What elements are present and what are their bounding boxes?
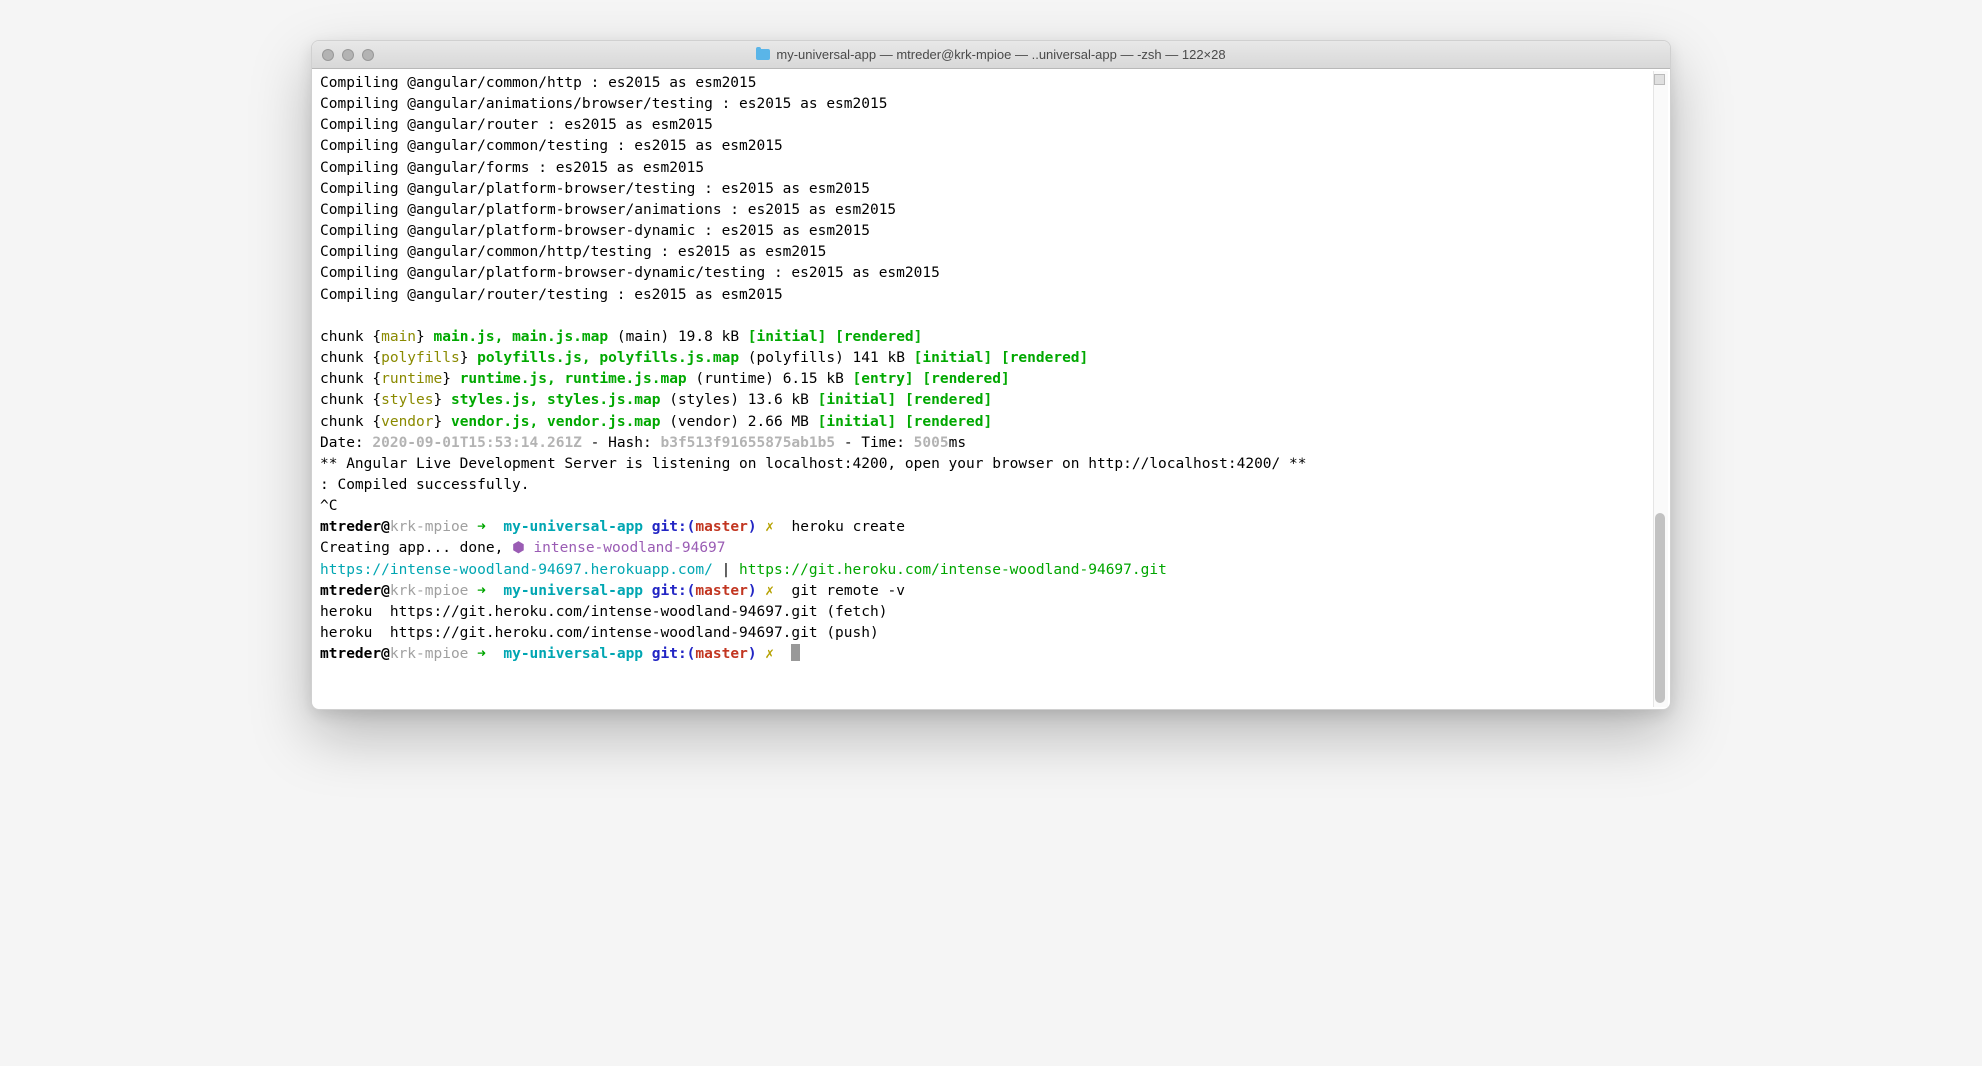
prompt-user: mtreder@ bbox=[320, 519, 390, 535]
chunk-line: chunk {vendor} vendor.js, vendor.js.map … bbox=[320, 412, 1662, 433]
chunk-files: main.js, main.js.map bbox=[434, 329, 609, 345]
chunk-name: main bbox=[381, 329, 416, 345]
cursor bbox=[791, 644, 800, 661]
chunk-tags: [entry] [rendered] bbox=[853, 371, 1010, 387]
scrollbar-corner-icon bbox=[1654, 74, 1665, 85]
prompt-arrow-icon: ➜ bbox=[477, 583, 503, 599]
close-button[interactable] bbox=[322, 49, 334, 61]
chunk-tags: [initial] [rendered] bbox=[818, 414, 993, 430]
chunk-files: styles.js, styles.js.map bbox=[451, 392, 661, 408]
zoom-button[interactable] bbox=[362, 49, 374, 61]
compile-line: Compiling @angular/router : es2015 as es… bbox=[320, 115, 1662, 136]
heroku-urls-line: https://intense-woodland-94697.herokuapp… bbox=[320, 560, 1662, 581]
chunk-meta: (vendor) 2.66 MB bbox=[669, 414, 809, 430]
prompt-git-branch: master bbox=[695, 519, 747, 535]
prompt-git-branch: master bbox=[695, 583, 747, 599]
prompt-line[interactable]: mtreder@krk-mpioe ➜ my-universal-app git… bbox=[320, 644, 1662, 665]
chunk-line: chunk {runtime} runtime.js, runtime.js.m… bbox=[320, 369, 1662, 390]
git-remote-line: heroku https://git.heroku.com/intense-wo… bbox=[320, 602, 1662, 623]
command-text: heroku create bbox=[791, 519, 905, 535]
chunk-meta: (runtime) 6.15 kB bbox=[695, 371, 843, 387]
traffic-lights bbox=[322, 49, 374, 61]
compile-line: Compiling @angular/common/testing : es20… bbox=[320, 136, 1662, 157]
prompt-host: krk-mpioe bbox=[390, 646, 477, 662]
compiled-success-line: : Compiled successfully. bbox=[320, 475, 1662, 496]
folder-icon bbox=[756, 49, 770, 60]
chunk-meta: (polyfills) 141 kB bbox=[748, 350, 905, 366]
prompt-git-label: git:( bbox=[652, 519, 696, 535]
prompt-dirty-icon: ✗ bbox=[765, 646, 774, 662]
chunk-name: styles bbox=[381, 392, 433, 408]
prompt-git-label: git:( bbox=[652, 646, 696, 662]
prompt-host: krk-mpioe bbox=[390, 519, 477, 535]
chunk-line: chunk {polyfills} polyfills.js, polyfill… bbox=[320, 348, 1662, 369]
server-listening-line: ** Angular Live Development Server is li… bbox=[320, 454, 1662, 475]
git-remote-line: heroku https://git.heroku.com/intense-wo… bbox=[320, 623, 1662, 644]
heroku-web-url: https://intense-woodland-94697.herokuapp… bbox=[320, 562, 713, 578]
chunk-files: vendor.js, vendor.js.map bbox=[451, 414, 661, 430]
chunk-name: polyfills bbox=[381, 350, 460, 366]
prompt-dir: my-universal-app bbox=[503, 646, 651, 662]
blank-line bbox=[320, 306, 1662, 327]
chunk-tags: [initial] [rendered] bbox=[818, 392, 993, 408]
compile-line: Compiling @angular/animations/browser/te… bbox=[320, 94, 1662, 115]
compile-line: Compiling @angular/platform-browser/test… bbox=[320, 179, 1662, 200]
prompt-line: mtreder@krk-mpioe ➜ my-universal-app git… bbox=[320, 517, 1662, 538]
compile-line: Compiling @angular/platform-browser/anim… bbox=[320, 200, 1662, 221]
prompt-user: mtreder@ bbox=[320, 583, 390, 599]
prompt-line: mtreder@krk-mpioe ➜ my-universal-app git… bbox=[320, 581, 1662, 602]
chunk-name: vendor bbox=[381, 414, 433, 430]
prompt-dir: my-universal-app bbox=[503, 583, 651, 599]
prompt-dir: my-universal-app bbox=[503, 519, 651, 535]
scrollbar-thumb[interactable] bbox=[1655, 513, 1665, 703]
compile-line: Compiling @angular/common/http/testing :… bbox=[320, 242, 1662, 263]
heroku-git-url: https://git.heroku.com/intense-woodland-… bbox=[739, 562, 1167, 578]
prompt-git-close: ) bbox=[748, 519, 765, 535]
compile-line: Compiling @angular/platform-browser-dyna… bbox=[320, 221, 1662, 242]
command-text: git remote -v bbox=[791, 583, 905, 599]
prompt-arrow-icon: ➜ bbox=[477, 646, 503, 662]
heroku-app-name: intense-woodland-94697 bbox=[533, 540, 725, 556]
compile-line: Compiling @angular/platform-browser-dyna… bbox=[320, 263, 1662, 284]
chunk-line: chunk {main} main.js, main.js.map (main)… bbox=[320, 327, 1662, 348]
compile-line: Compiling @angular/forms : es2015 as esm… bbox=[320, 158, 1662, 179]
chunk-tags: [initial] [rendered] bbox=[914, 350, 1089, 366]
window-title-text: my-universal-app — mtreder@krk-mpioe — .… bbox=[776, 47, 1225, 62]
prompt-dirty-icon: ✗ bbox=[765, 519, 774, 535]
chunk-files: runtime.js, runtime.js.map bbox=[460, 371, 687, 387]
heroku-creating-line: Creating app... done, ⬢ intense-woodland… bbox=[320, 538, 1662, 559]
prompt-dirty-icon: ✗ bbox=[765, 583, 774, 599]
prompt-arrow-icon: ➜ bbox=[477, 519, 503, 535]
chunk-name: runtime bbox=[381, 371, 442, 387]
chunk-tags: [initial] [rendered] bbox=[748, 329, 923, 345]
chunk-line: chunk {styles} styles.js, styles.js.map … bbox=[320, 390, 1662, 411]
terminal-window: my-universal-app — mtreder@krk-mpioe — .… bbox=[311, 40, 1671, 710]
chunk-meta: (styles) 13.6 kB bbox=[669, 392, 809, 408]
prompt-git-close: ) bbox=[748, 583, 765, 599]
compile-line: Compiling @angular/common/http : es2015 … bbox=[320, 73, 1662, 94]
terminal-body[interactable]: Compiling @angular/common/http : es2015 … bbox=[312, 69, 1670, 709]
compile-line: Compiling @angular/router/testing : es20… bbox=[320, 285, 1662, 306]
chunk-files: polyfills.js, polyfills.js.map bbox=[477, 350, 739, 366]
prompt-host: krk-mpioe bbox=[390, 583, 477, 599]
heroku-hex-icon: ⬢ bbox=[512, 540, 533, 556]
prompt-git-label: git:( bbox=[652, 583, 696, 599]
window-title: my-universal-app — mtreder@krk-mpioe — .… bbox=[322, 47, 1660, 62]
prompt-git-close: ) bbox=[748, 646, 765, 662]
build-date: 2020-09-01T15:53:14.261Z bbox=[372, 435, 582, 451]
prompt-user: mtreder@ bbox=[320, 646, 390, 662]
build-info-line: Date: 2020-09-01T15:53:14.261Z - Hash: b… bbox=[320, 433, 1662, 454]
prompt-git-branch: master bbox=[695, 646, 747, 662]
scrollbar-track[interactable] bbox=[1653, 71, 1668, 707]
chunk-meta: (main) 19.8 kB bbox=[617, 329, 739, 345]
interrupt-line: ^C bbox=[320, 496, 1662, 517]
build-time: 5005 bbox=[914, 435, 949, 451]
build-hash: b3f513f91655875ab1b5 bbox=[660, 435, 835, 451]
minimize-button[interactable] bbox=[342, 49, 354, 61]
titlebar[interactable]: my-universal-app — mtreder@krk-mpioe — .… bbox=[312, 41, 1670, 69]
